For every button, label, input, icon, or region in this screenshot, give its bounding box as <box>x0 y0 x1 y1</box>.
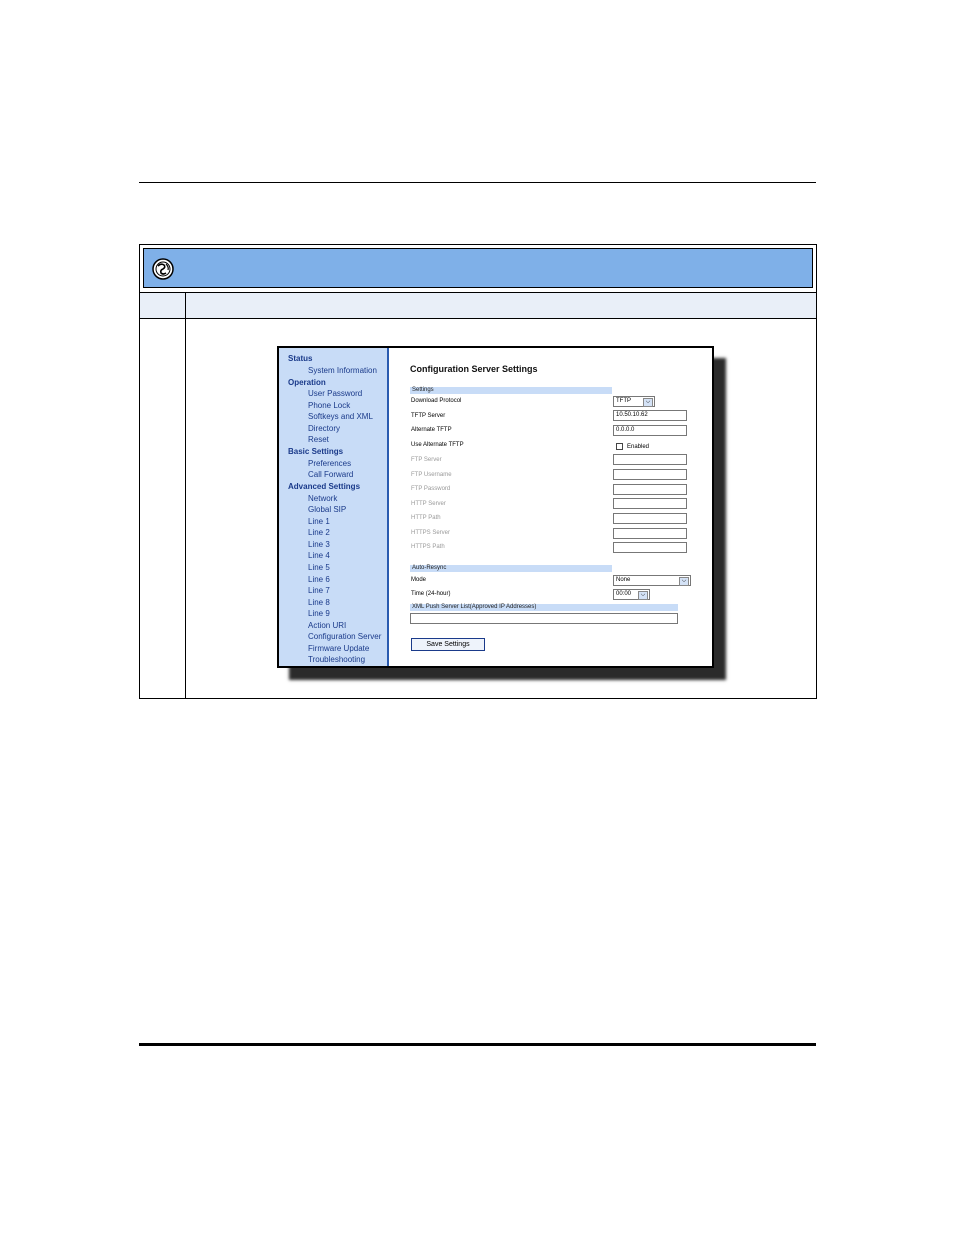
xml-push-server-input[interactable] <box>410 613 678 624</box>
use-alternate-tftp-label: Use Alternate TFTP <box>411 442 464 448</box>
ftp-server-input[interactable] <box>613 454 687 465</box>
mode-value: None <box>616 577 631 583</box>
column-divider <box>185 292 186 698</box>
nav-item-system-information[interactable]: System Information <box>308 366 377 375</box>
download-protocol-value: TFTP <box>616 398 631 404</box>
time-label: Time (24-hour) <box>411 591 451 597</box>
save-settings-button[interactable]: Save Settings <box>411 638 485 651</box>
nav-item-line-9[interactable]: Line 9 <box>308 609 330 618</box>
chevron-down-icon: ⌵ <box>643 398 653 407</box>
http-server-label: HTTP Server <box>411 501 446 507</box>
alternate-tftp-label: Alternate TFTP <box>411 427 452 433</box>
nav-item-reset[interactable]: Reset <box>308 435 329 444</box>
nav-section-operation[interactable]: Operation <box>288 378 326 387</box>
settings-section-header: Settings <box>410 387 612 394</box>
http-server-input[interactable] <box>613 498 687 509</box>
chevron-down-icon: ⌵ <box>638 591 648 600</box>
nav-item-line-7[interactable]: Line 7 <box>308 586 330 595</box>
alternate-tftp-input[interactable]: 0.0.0.0 <box>613 425 687 436</box>
nav-item-preferences[interactable]: Preferences <box>308 459 351 468</box>
enabled-label: Enabled <box>627 444 650 450</box>
time-select[interactable]: 00:00 ⌵ <box>613 589 650 600</box>
nav-item-action-uri[interactable]: Action URI <box>308 621 346 630</box>
tftp-server-input[interactable]: 10.50.10.62 <box>613 410 687 421</box>
nav-item-line-1[interactable]: Line 1 <box>308 517 330 526</box>
globe-icon <box>152 258 174 280</box>
time-value: 00:00 <box>616 591 632 597</box>
download-protocol-label: Download Protocol <box>411 398 462 404</box>
chevron-down-icon: ⌵ <box>679 577 689 586</box>
web-ui-banner <box>143 248 813 288</box>
nav-item-line-4[interactable]: Line 4 <box>308 551 330 560</box>
download-protocol-select[interactable]: TFTP ⌵ <box>613 396 655 407</box>
ftp-username-label: FTP Username <box>411 472 452 478</box>
nav-item-troubleshooting[interactable]: Troubleshooting <box>308 655 365 664</box>
use-alternate-tftp-checkbox[interactable] <box>616 443 623 450</box>
https-server-input[interactable] <box>613 528 687 539</box>
nav-item-line-5[interactable]: Line 5 <box>308 563 330 572</box>
nav-item-directory[interactable]: Directory <box>308 424 340 433</box>
sidebar-nav: Status System Information Operation User… <box>279 348 389 666</box>
nav-item-global-sip[interactable]: Global SIP <box>308 505 346 514</box>
nav-item-line-8[interactable]: Line 8 <box>308 598 330 607</box>
tftp-server-label: TFTP Server <box>411 413 446 419</box>
auto-resync-section-header: Auto-Resync <box>410 565 612 572</box>
https-server-label: HTTPS Server <box>411 530 451 536</box>
http-path-label: HTTP Path <box>411 515 441 521</box>
ftp-password-label: FTP Password <box>411 486 451 492</box>
https-path-input[interactable] <box>613 542 687 553</box>
nav-item-call-forward[interactable]: Call Forward <box>308 470 353 479</box>
xml-push-section-header: XML Push Server List(Approved IP Address… <box>410 604 678 611</box>
nav-section-basic-settings[interactable]: Basic Settings <box>288 447 343 456</box>
table-header-row <box>140 292 816 319</box>
ftp-password-input[interactable] <box>613 484 687 495</box>
config-server-screenshot: Status System Information Operation User… <box>277 346 714 668</box>
nav-item-user-password[interactable]: User Password <box>308 389 362 398</box>
ftp-server-label: FTP Server <box>411 457 442 463</box>
mode-select[interactable]: None ⌵ <box>613 575 691 586</box>
nav-item-line-2[interactable]: Line 2 <box>308 528 330 537</box>
nav-section-status[interactable]: Status <box>288 354 312 363</box>
nav-item-phone-lock[interactable]: Phone Lock <box>308 401 350 410</box>
http-path-input[interactable] <box>613 513 687 524</box>
nav-item-line-6[interactable]: Line 6 <box>308 575 330 584</box>
nav-item-network[interactable]: Network <box>308 494 337 503</box>
nav-item-line-3[interactable]: Line 3 <box>308 540 330 549</box>
page-title: Configuration Server Settings <box>410 364 538 374</box>
nav-item-configuration-server[interactable]: Configuration Server <box>308 632 381 641</box>
ftp-username-input[interactable] <box>613 469 687 480</box>
https-path-label: HTTPS Path <box>411 544 445 550</box>
top-rule <box>139 182 816 183</box>
mode-label: Mode <box>411 577 427 583</box>
bottom-rule <box>139 1043 816 1046</box>
nav-item-firmware-update[interactable]: Firmware Update <box>308 644 369 653</box>
settings-panel: Configuration Server Settings Settings D… <box>391 348 712 666</box>
nav-section-advanced-settings[interactable]: Advanced Settings <box>288 482 360 491</box>
nav-item-softkeys-xml[interactable]: Softkeys and XML <box>308 412 373 421</box>
